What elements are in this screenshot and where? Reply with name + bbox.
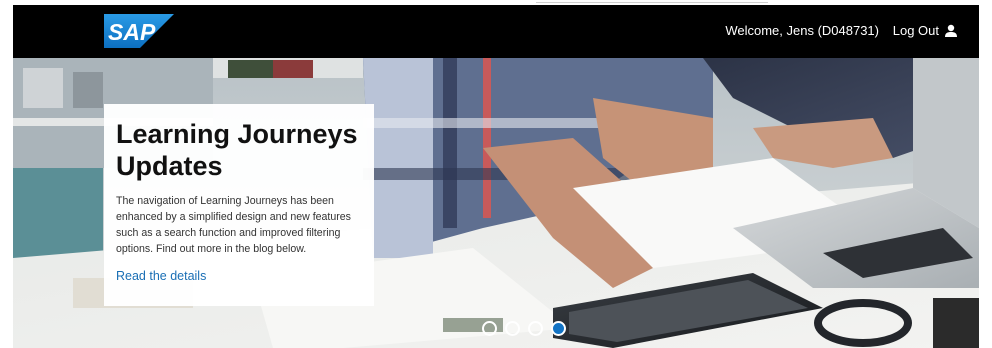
hero-title: Learning Journeys Updates <box>116 119 358 181</box>
logout-button[interactable]: Log Out <box>893 23 958 38</box>
welcome-text: Welcome, Jens (D048731) <box>725 23 879 38</box>
hero-carousel: Learning Journeys Updates The navigation… <box>13 58 979 348</box>
read-details-link[interactable]: Read the details <box>116 269 362 283</box>
logout-label: Log Out <box>892 23 939 38</box>
hero-info-card: Learning Journeys Updates The navigation… <box>104 104 374 306</box>
sap-logo-text: SAP <box>108 19 156 45</box>
page-frame: SAP Welcome, Jens (D048731) Log Out Lear… <box>13 5 979 348</box>
carousel-dot-3[interactable] <box>528 321 543 336</box>
sap-logo[interactable]: SAP <box>104 14 174 48</box>
user-icon <box>945 24 957 37</box>
carousel-dot-2[interactable] <box>505 321 520 336</box>
carousel-indicators <box>482 321 566 336</box>
hero-description: The navigation of Learning Journeys has … <box>116 195 351 255</box>
carousel-dot-4-active[interactable] <box>551 321 566 336</box>
carousel-dot-1[interactable] <box>482 321 497 336</box>
top-header: SAP Welcome, Jens (D048731) Log Out <box>13 5 979 58</box>
top-divider <box>536 2 768 3</box>
